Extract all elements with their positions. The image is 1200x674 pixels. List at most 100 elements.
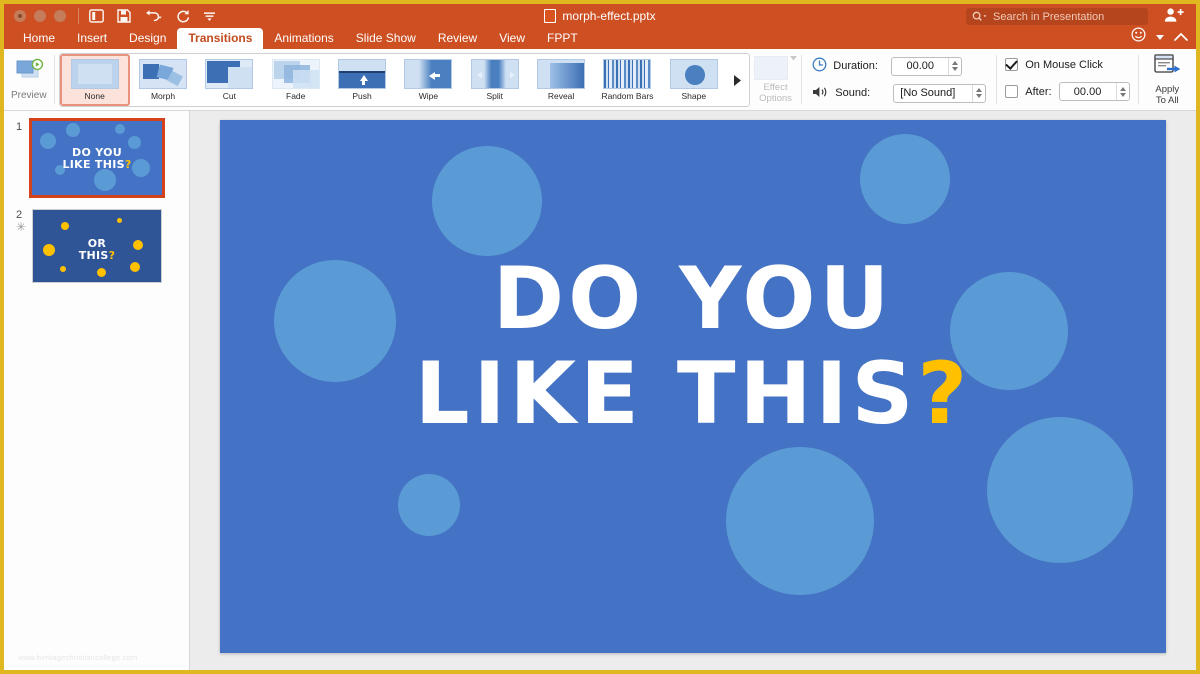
- sidebar-toggle-icon[interactable]: [89, 9, 104, 23]
- decorative-circle: [860, 134, 950, 224]
- slide-thumbnail-1[interactable]: DO YOU LIKE THIS?: [32, 121, 162, 195]
- apply-to-all-label-line1: Apply: [1155, 84, 1179, 95]
- maximize-button[interactable]: [54, 10, 66, 22]
- preview-button[interactable]: Preview: [4, 49, 54, 110]
- ribbon-collapse-icon[interactable]: [1174, 28, 1188, 46]
- sound-value[interactable]: [No Sound]: [894, 87, 972, 99]
- decorative-circle: [726, 447, 874, 595]
- tab-slide-show[interactable]: Slide Show: [345, 28, 427, 49]
- document-title-text: morph-effect.pptx: [562, 9, 655, 23]
- minimize-button[interactable]: [34, 10, 46, 22]
- close-button[interactable]: [14, 10, 26, 22]
- slide-canvas-area[interactable]: DO YOU LIKE THIS?: [190, 111, 1196, 674]
- after-label: After:: [1025, 86, 1051, 98]
- effect-options-button[interactable]: Effect Options: [750, 49, 802, 110]
- transition-none-thumb: [71, 59, 119, 89]
- gallery-expand-icon[interactable]: [727, 54, 749, 106]
- tab-transitions[interactable]: Transitions: [177, 28, 263, 49]
- effect-options-label-line2: Options: [759, 93, 792, 104]
- window-controls[interactable]: [4, 10, 66, 22]
- transition-split-label: Split: [486, 91, 503, 101]
- slide-1-shapes: DO YOU LIKE THIS?: [32, 121, 162, 195]
- transition-cut-thumb: [205, 59, 253, 89]
- watermark-text: www.heritagechristiancollege.com: [18, 653, 137, 662]
- clock-icon: [812, 57, 827, 75]
- transition-split-thumb: [471, 59, 519, 89]
- slide-1-preview: DO YOU LIKE THIS?: [32, 121, 162, 195]
- chevron-down-icon[interactable]: [1156, 28, 1164, 46]
- transition-reveal[interactable]: Reveal: [528, 54, 594, 106]
- undo-icon[interactable]: [144, 9, 163, 23]
- on-mouse-click-label: On Mouse Click: [1025, 59, 1103, 71]
- transition-push-label: Push: [352, 91, 371, 101]
- list-item[interactable]: 1 DO YOU: [4, 117, 189, 195]
- sound-label: Sound:: [835, 87, 887, 99]
- after-stepper[interactable]: 00.00: [1059, 82, 1130, 101]
- tab-fppt[interactable]: FPPT: [536, 28, 589, 49]
- customize-toolbar-icon[interactable]: [203, 10, 216, 22]
- list-item[interactable]: 2 ✳ OR: [4, 195, 189, 283]
- after-value[interactable]: 00.00: [1060, 86, 1116, 98]
- transition-shape[interactable]: Shape: [661, 54, 727, 106]
- slide-2-text: OR THIS?: [33, 238, 161, 262]
- effect-options-chevron-icon: [790, 56, 797, 61]
- powerpoint-window: morph-effect.pptx Search in Presentation…: [0, 0, 1200, 674]
- sound-select-arrows[interactable]: [972, 85, 985, 102]
- slide-text-line2: LIKE THIS: [415, 344, 918, 444]
- slide-thumbnail-pane[interactable]: 1 DO YOU: [4, 111, 190, 674]
- transition-shape-label: Shape: [681, 91, 706, 101]
- duration-value[interactable]: 00.00: [892, 60, 948, 72]
- on-mouse-click-row[interactable]: On Mouse Click: [1005, 58, 1129, 71]
- redo-icon[interactable]: [176, 9, 190, 23]
- after-checkbox[interactable]: [1005, 85, 1018, 98]
- tab-animations[interactable]: Animations: [263, 28, 344, 49]
- transition-push-thumb: [338, 59, 386, 89]
- tab-home[interactable]: Home: [12, 28, 66, 49]
- search-input[interactable]: Search in Presentation: [966, 8, 1148, 25]
- after-row[interactable]: After: 00.00: [1005, 82, 1129, 101]
- duration-label: Duration:: [833, 60, 885, 72]
- slide-title-text[interactable]: DO YOU LIKE THIS?: [220, 252, 1166, 442]
- save-icon[interactable]: [117, 9, 131, 23]
- apply-to-all-label-line2: To All: [1156, 95, 1179, 106]
- share-add-user-icon[interactable]: [1164, 7, 1184, 28]
- tab-review[interactable]: Review: [427, 28, 488, 49]
- transition-morph[interactable]: Morph: [130, 54, 196, 106]
- effect-options-label-line1: Effect: [763, 82, 787, 93]
- transition-fade[interactable]: Fade: [263, 54, 329, 106]
- transition-random-bars[interactable]: Random Bars: [594, 54, 660, 106]
- slide-thumbnail-2[interactable]: OR THIS?: [32, 209, 162, 283]
- tab-view[interactable]: View: [488, 28, 536, 49]
- tab-design[interactable]: Design: [118, 28, 177, 49]
- on-mouse-click-checkbox[interactable]: [1005, 58, 1018, 71]
- after-stepper-arrows[interactable]: [1116, 83, 1129, 100]
- quick-access-toolbar: [89, 9, 216, 23]
- slide-2-meta: 2 ✳: [10, 209, 32, 283]
- title-bar: morph-effect.pptx Search in Presentation: [4, 4, 1196, 28]
- transition-none[interactable]: None: [60, 54, 130, 106]
- slide-question-mark: ?: [917, 344, 971, 444]
- transition-none-label: None: [85, 91, 105, 101]
- workspace: 1 DO YOU: [4, 111, 1196, 674]
- speaker-icon: [812, 85, 829, 102]
- apply-to-all-button[interactable]: Apply To All: [1139, 49, 1196, 110]
- transition-split[interactable]: Split: [462, 54, 528, 106]
- transition-wipe-thumb: [404, 59, 452, 89]
- animation-star-icon: ✳: [16, 221, 32, 234]
- transition-cut[interactable]: Cut: [196, 54, 262, 106]
- slide-text-line1: DO YOU: [493, 249, 894, 349]
- duration-stepper[interactable]: 00.00: [891, 57, 962, 76]
- slide-1-number: 1: [16, 121, 32, 133]
- transition-wipe[interactable]: Wipe: [395, 54, 461, 106]
- transition-fade-thumb: [272, 59, 320, 89]
- apply-to-all-icon: [1152, 53, 1182, 82]
- sound-select[interactable]: [No Sound]: [893, 84, 986, 103]
- ribbon-divider-1: [54, 55, 55, 104]
- current-slide[interactable]: DO YOU LIKE THIS?: [220, 120, 1166, 653]
- slide-1-meta: 1: [10, 121, 32, 195]
- transition-push[interactable]: Push: [329, 54, 395, 106]
- duration-stepper-arrows[interactable]: [948, 58, 961, 75]
- smiley-icon[interactable]: [1131, 27, 1146, 47]
- tab-insert[interactable]: Insert: [66, 28, 118, 49]
- transition-reveal-label: Reveal: [548, 91, 574, 101]
